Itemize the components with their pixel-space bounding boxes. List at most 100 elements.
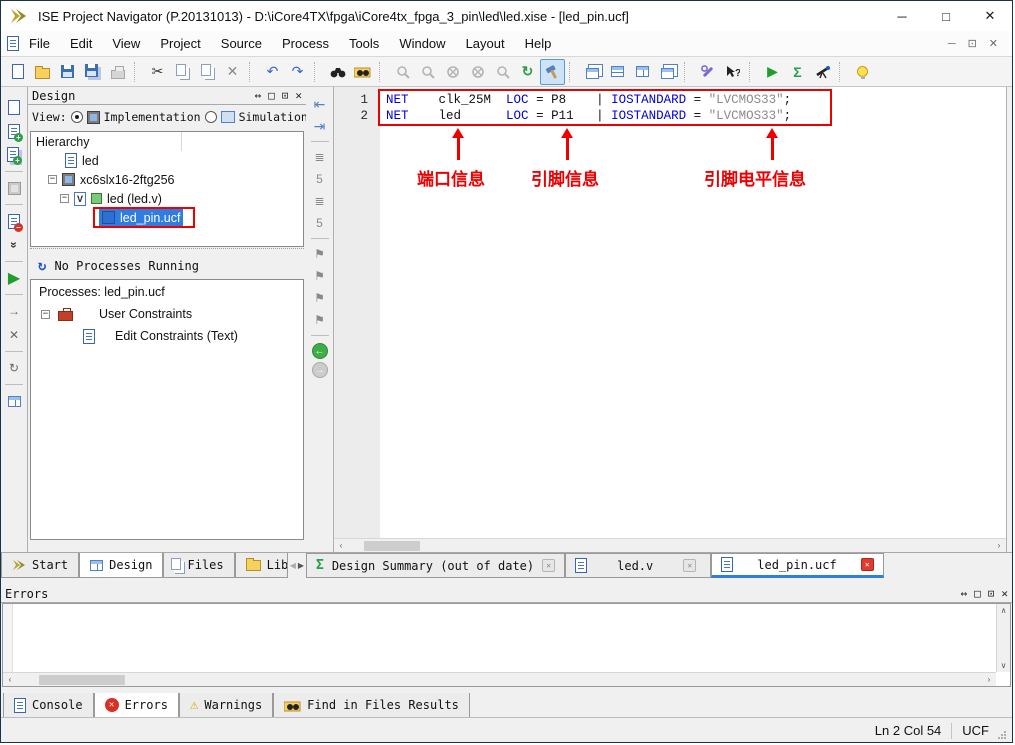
close-button[interactable]: ✕ (968, 1, 1012, 31)
cut-button[interactable]: ✂ (145, 59, 170, 85)
indent-button[interactable]: ⇥ (308, 115, 332, 137)
panel-close-button[interactable]: ✕ (295, 89, 302, 102)
run-button[interactable]: ▶ (760, 59, 785, 85)
panel-float-button[interactable]: ⊡ (988, 587, 995, 600)
maximize-button[interactable]: □ (924, 1, 968, 31)
open-file-button[interactable] (30, 59, 55, 85)
print-button[interactable] (105, 59, 130, 85)
panel-resize-button[interactable]: ↔ (255, 89, 262, 102)
snapshot-button[interactable] (2, 176, 26, 200)
menu-view[interactable]: View (102, 31, 150, 56)
stop-process-button[interactable]: ✕ (2, 323, 26, 347)
save-all-button[interactable] (80, 59, 105, 85)
outdent-button[interactable]: ⇤ (308, 93, 332, 115)
tree-item-module[interactable]: − V led (led.v) (31, 189, 303, 208)
errors-vscrollbar[interactable]: ∧ ∨ (996, 604, 1010, 672)
implementation-radio[interactable] (71, 111, 83, 123)
selected-tree-item[interactable]: led_pin.ucf (99, 209, 183, 227)
tab-led-pin-ucf[interactable]: led_pin.ucf ✕ (711, 553, 883, 578)
mdi-close-button[interactable]: ✕ (989, 37, 998, 50)
find-button[interactable] (325, 59, 350, 85)
tips-button[interactable] (850, 59, 875, 85)
cascade-windows-button[interactable] (580, 59, 605, 85)
errors-hscrollbar[interactable]: ‹ › (3, 672, 996, 686)
zoom-box-button[interactable] (465, 59, 490, 85)
process-item-edit-constraints[interactable]: Edit Constraints (Text) (31, 325, 303, 347)
process-group-user-constraints[interactable]: − User Constraints (31, 303, 303, 325)
copy-button[interactable] (170, 59, 195, 85)
navigate-back-button[interactable]: ← (312, 343, 328, 359)
restore-windows-button[interactable] (655, 59, 680, 85)
new-source-button[interactable] (2, 95, 26, 119)
scroll-left-arrow[interactable]: ‹ (334, 541, 348, 550)
remove-source-button[interactable]: − (2, 209, 26, 233)
close-tab-button[interactable]: ✕ (861, 558, 874, 571)
run-process-button[interactable]: ▶ (2, 266, 26, 290)
zoom-full-button[interactable] (440, 59, 465, 85)
tab-find-in-files-results[interactable]: Find in Files Results (273, 693, 470, 718)
design-goals-button[interactable] (540, 59, 565, 85)
new-file-button[interactable] (5, 59, 30, 85)
menu-help[interactable]: Help (515, 31, 562, 56)
toggle-lines2-button[interactable]: ≣ (308, 190, 332, 212)
code-area[interactable]: NET clk_25M LOC = P8 | IOSTANDARD = "LVC… (380, 87, 1006, 538)
minimize-button[interactable]: ─ (880, 1, 924, 31)
design-summary-button[interactable]: Σ (785, 59, 810, 85)
next-bookmark-button[interactable]: ⚑ (308, 265, 332, 287)
collapse-expander[interactable]: − (60, 194, 69, 203)
mdi-minimize-button[interactable]: ─ (948, 38, 956, 50)
menu-project[interactable]: Project (150, 31, 210, 56)
menu-file[interactable]: File (19, 31, 60, 56)
editor-hscrollbar[interactable]: ‹ › (334, 538, 1006, 552)
refresh-button[interactable]: ↻ (515, 59, 540, 85)
tab-console[interactable]: Console (3, 693, 94, 718)
view-column-button[interactable] (2, 389, 26, 413)
zoom-in-button[interactable] (390, 59, 415, 85)
tab-libraries[interactable]: Lib (235, 553, 288, 578)
paste-button[interactable] (195, 59, 220, 85)
collapse-expander[interactable]: − (41, 310, 50, 319)
collapse-all-button[interactable]: » (2, 233, 26, 257)
simulation-radio[interactable] (205, 111, 217, 123)
panel-resize-button[interactable]: ↔ (961, 587, 968, 600)
menu-source[interactable]: Source (211, 31, 272, 56)
panel-maximize-button[interactable]: □ (268, 89, 275, 102)
clear-bookmarks-button[interactable]: ⚑ (308, 309, 332, 331)
tab-scroll-prev[interactable]: ◀ (290, 561, 296, 570)
menu-edit[interactable]: Edit (60, 31, 102, 56)
close-tab-button[interactable]: ✕ (542, 559, 555, 572)
find-in-files-button[interactable] (350, 59, 375, 85)
scroll-thumb[interactable] (39, 675, 125, 685)
tab-scroll-next[interactable]: ▶ (298, 561, 304, 570)
settings-button[interactable] (695, 59, 720, 85)
delete-button[interactable]: ✕ (220, 59, 245, 85)
navigate-forward-button[interactable]: → (312, 362, 328, 378)
tab-files[interactable]: Files (163, 553, 234, 578)
scroll-up-arrow[interactable]: ∧ (997, 606, 1011, 615)
prev-bookmark-button[interactable]: ⚑ (308, 287, 332, 309)
tab-design[interactable]: Design (79, 553, 163, 578)
scroll-left-arrow[interactable]: ‹ (3, 675, 17, 684)
tree-item-device[interactable]: − xc6slx16-2ftg256 (31, 170, 303, 189)
undo-button[interactable]: ↶ (260, 59, 285, 85)
tab-start[interactable]: Start (1, 553, 79, 578)
rerun-process-button[interactable]: → (2, 299, 26, 323)
menu-window[interactable]: Window (389, 31, 455, 56)
add-copy-source-button[interactable]: + (2, 143, 26, 167)
zoom-out-button[interactable] (415, 59, 440, 85)
scroll-down-arrow[interactable]: ∨ (997, 661, 1011, 670)
code-editor[interactable]: 1 2 NET clk_25M LOC = P8 | IOSTANDARD = … (334, 87, 1007, 552)
zoom-prev-button[interactable] (490, 59, 515, 85)
context-help-button[interactable]: ? (720, 59, 745, 85)
panel-maximize-button[interactable]: □ (974, 587, 981, 600)
line-numbers2-button[interactable]: 5 (308, 212, 332, 234)
tab-warnings[interactable]: ⚠ Warnings (179, 693, 273, 718)
line-numbers-button[interactable]: 5 (308, 168, 332, 190)
save-button[interactable] (55, 59, 80, 85)
analyze-button[interactable] (810, 59, 835, 85)
tree-item-project[interactable]: led (31, 151, 303, 170)
panel-float-button[interactable]: ⊡ (282, 89, 289, 102)
collapse-expander[interactable]: − (48, 175, 57, 184)
add-source-button[interactable]: + (2, 119, 26, 143)
scroll-thumb[interactable] (364, 541, 420, 551)
